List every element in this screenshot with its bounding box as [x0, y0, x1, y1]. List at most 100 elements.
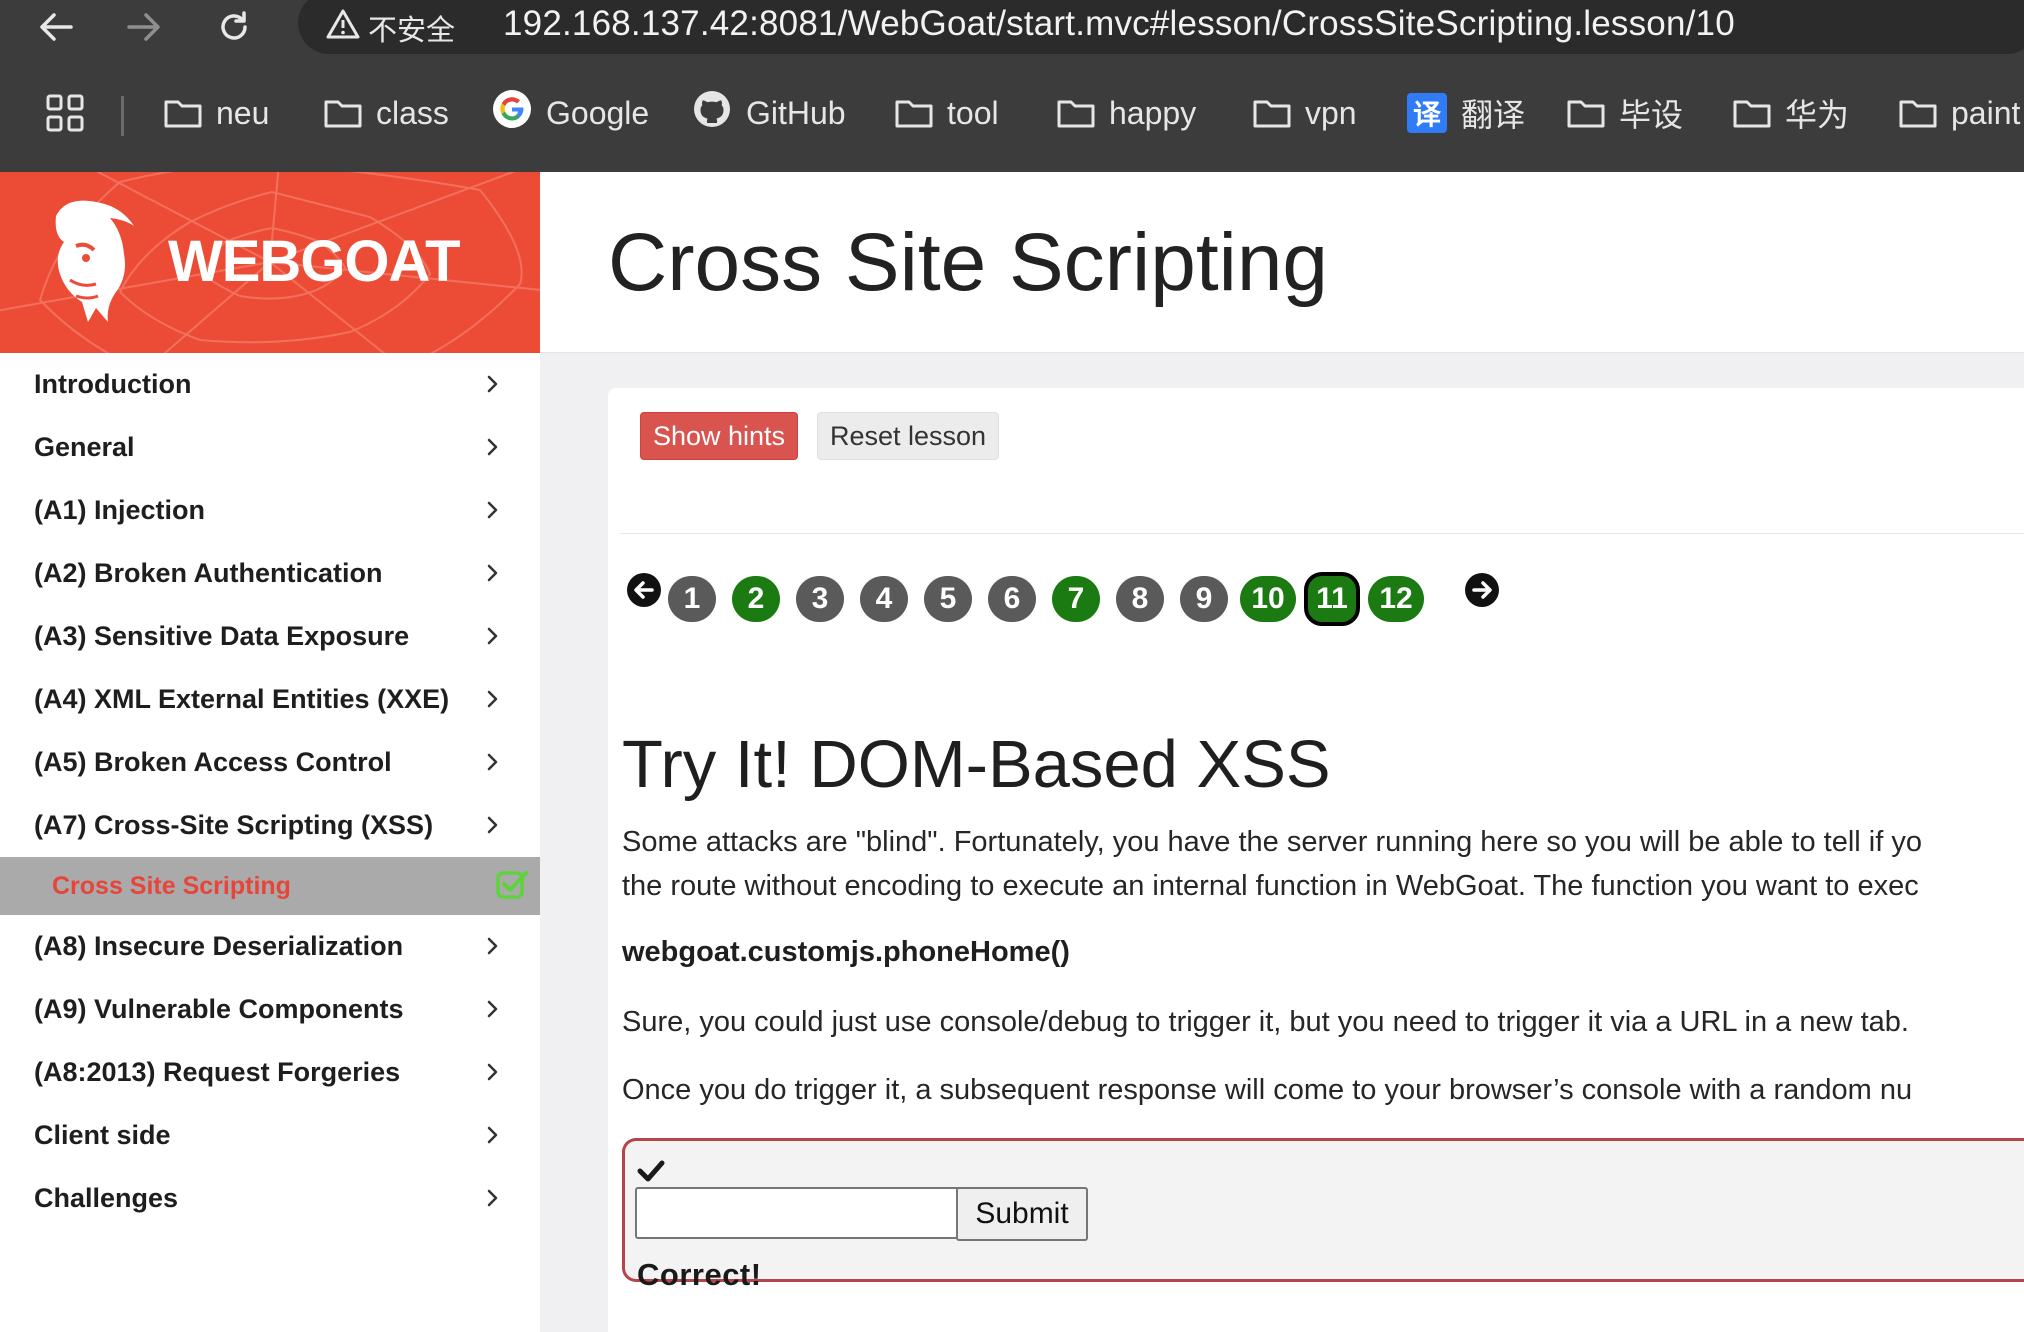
webgoat-logo[interactable]: WEBGOAT	[0, 172, 540, 353]
address-bar[interactable]: 不安全 192.168.137.42:8081/WebGoat/start.mv…	[298, 0, 2024, 54]
sidebar-item-access-control[interactable]: (A5) Broken Access Control	[0, 731, 540, 794]
reset-lesson-button[interactable]: Reset lesson	[817, 412, 999, 460]
chevron-right-icon	[487, 375, 498, 393]
sidebar-item-vulnerable-components[interactable]: (A9) Vulnerable Components	[0, 978, 540, 1041]
bookmark-tool[interactable]: tool	[895, 54, 999, 172]
sidebar-subitem-label: Cross Site Scripting	[52, 871, 291, 900]
chevron-right-icon	[487, 1063, 498, 1081]
lesson-paragraph: the route without encoding to execute an…	[622, 870, 1919, 902]
sidebar-item-label: (A9) Vulnerable Components	[34, 994, 404, 1024]
attack-form: Submit Correct!	[622, 1138, 2024, 1292]
sidebar-item-challenges[interactable]: Challenges	[0, 1167, 540, 1230]
bookmark-label: happy	[1109, 94, 1197, 131]
chevron-right-icon	[487, 1126, 498, 1144]
folder-icon	[324, 98, 362, 128]
folder-icon	[895, 98, 933, 128]
goat-icon	[55, 200, 134, 322]
page-button-1[interactable]: 1	[668, 576, 716, 622]
lesson-paragraph: Sure, you could just use console/debug t…	[622, 1006, 1909, 1038]
folder-icon	[1567, 98, 1605, 128]
sidebar-item-label: (A5) Broken Access Control	[34, 747, 392, 777]
chevron-right-icon	[487, 1189, 498, 1207]
sidebar-item-xxe[interactable]: (A4) XML External Entities (XXE)	[0, 668, 540, 731]
chevron-right-icon	[487, 937, 498, 955]
bookmark-neu[interactable]: neu	[164, 54, 269, 172]
url-text[interactable]: 192.168.137.42:8081/WebGoat/start.mvc#le…	[503, 4, 1735, 44]
page-button-2[interactable]: 2	[732, 576, 780, 622]
page-button-10[interactable]: 10	[1240, 576, 1296, 622]
bookmark-label: GitHub	[746, 94, 846, 131]
sidebar-item-client-side[interactable]: Client side	[0, 1104, 540, 1167]
sidebar-item-label: (A3) Sensitive Data Exposure	[34, 621, 410, 651]
chevron-right-icon	[487, 564, 498, 582]
sidebar-item-introduction[interactable]: Introduction	[0, 353, 540, 416]
chevron-right-icon	[487, 501, 498, 519]
bookmark-translate[interactable]: 译 翻译	[1407, 54, 1525, 172]
forward-icon[interactable]	[114, 0, 174, 54]
sidebar-item-general[interactable]: General	[0, 416, 540, 479]
bookmark-label: 华为	[1785, 97, 1850, 133]
submit-button[interactable]: Submit	[956, 1187, 1088, 1241]
security-indicator[interactable]: 不安全	[326, 8, 504, 48]
page-button-3[interactable]: 3	[796, 576, 844, 622]
page-button-6[interactable]: 6	[988, 576, 1036, 622]
reload-icon[interactable]	[204, 0, 264, 54]
folder-icon	[1253, 98, 1291, 128]
bookmark-google[interactable]: Google	[492, 54, 649, 172]
chevron-right-icon	[487, 438, 498, 456]
bookmark-vpn[interactable]: vpn	[1253, 54, 1357, 172]
chevron-right-icon	[487, 753, 498, 771]
bookmarks-bar: neu class Google GitHub tool happy vpn 译…	[0, 54, 2024, 173]
chevron-right-icon	[487, 816, 498, 834]
bookmark-label: 翻译	[1461, 97, 1526, 133]
lesson-sidebar: WEBGOAT Introduction General (A1) Inject…	[0, 172, 540, 1332]
sidebar-item-injection[interactable]: (A1) Injection	[0, 479, 540, 542]
page-button-4[interactable]: 4	[860, 576, 908, 622]
lesson-paragraph: Once you do trigger it, a subsequent res…	[622, 1074, 1913, 1106]
sidebar-item-sensitive-data[interactable]: (A3) Sensitive Data Exposure	[0, 605, 540, 668]
previous-page-icon[interactable]	[626, 572, 662, 608]
bookmark-github[interactable]: GitHub	[692, 54, 846, 172]
page-button-12[interactable]: 12	[1368, 576, 1424, 622]
page-button-9[interactable]: 9	[1180, 576, 1228, 622]
page-button-7[interactable]: 7	[1052, 576, 1100, 622]
checkmark-icon	[637, 1160, 665, 1182]
sidebar-item-deserialization[interactable]: (A8) Insecure Deserialization	[0, 915, 540, 978]
chevron-right-icon	[487, 690, 498, 708]
page-button-5[interactable]: 5	[924, 576, 972, 622]
chevron-right-icon	[487, 627, 498, 645]
bookmark-class[interactable]: class	[324, 54, 449, 172]
bookmarks-divider	[121, 96, 124, 136]
bookmark-huawei[interactable]: 华为	[1733, 54, 1849, 172]
sidebar-item-label: (A8:2013) Request Forgeries	[34, 1057, 401, 1087]
page-header: Cross Site Scripting	[540, 172, 2024, 353]
sidebar-item-label: Client side	[34, 1120, 171, 1150]
bookmark-label: neu	[216, 94, 270, 131]
logo-text: WEBGOAT	[168, 229, 461, 294]
page-button-11[interactable]: 11	[1304, 572, 1360, 626]
sidebar-item-broken-authentication[interactable]: (A2) Broken Authentication	[0, 542, 540, 605]
back-icon[interactable]	[26, 0, 86, 54]
bookmark-graduation[interactable]: 毕设	[1567, 54, 1683, 172]
bookmark-paint[interactable]: paint	[1899, 54, 2020, 172]
folder-icon	[1733, 98, 1771, 128]
sidebar-item-label: Introduction	[34, 369, 192, 399]
show-hints-button[interactable]: Show hints	[640, 412, 798, 460]
sidebar-item-request-forgeries[interactable]: (A8:2013) Request Forgeries	[0, 1041, 540, 1104]
page-button-8[interactable]: 8	[1116, 576, 1164, 622]
sidebar-subitem-cross-site-scripting[interactable]: Cross Site Scripting	[0, 857, 540, 915]
next-page-icon[interactable]	[1464, 572, 1500, 608]
sidebar-item-xss[interactable]: (A7) Cross-Site Scripting (XSS)	[0, 794, 540, 857]
completed-check-icon	[496, 871, 528, 899]
warning-icon	[326, 9, 360, 47]
bookmark-label: Google	[546, 94, 650, 131]
bookmark-happy[interactable]: happy	[1057, 54, 1196, 172]
bookmark-label: 毕设	[1619, 97, 1684, 133]
security-label: 不安全	[368, 15, 456, 47]
bookmark-label: paint	[1951, 94, 2021, 131]
lesson-title: Try It! DOM-Based XSS	[622, 727, 1331, 802]
apps-grid-icon[interactable]	[46, 94, 84, 132]
lesson-paragraph: Some attacks are "blind". Fortunately, y…	[622, 826, 1922, 858]
sidebar-item-label: (A8) Insecure Deserialization	[34, 931, 404, 961]
google-icon	[492, 89, 532, 137]
